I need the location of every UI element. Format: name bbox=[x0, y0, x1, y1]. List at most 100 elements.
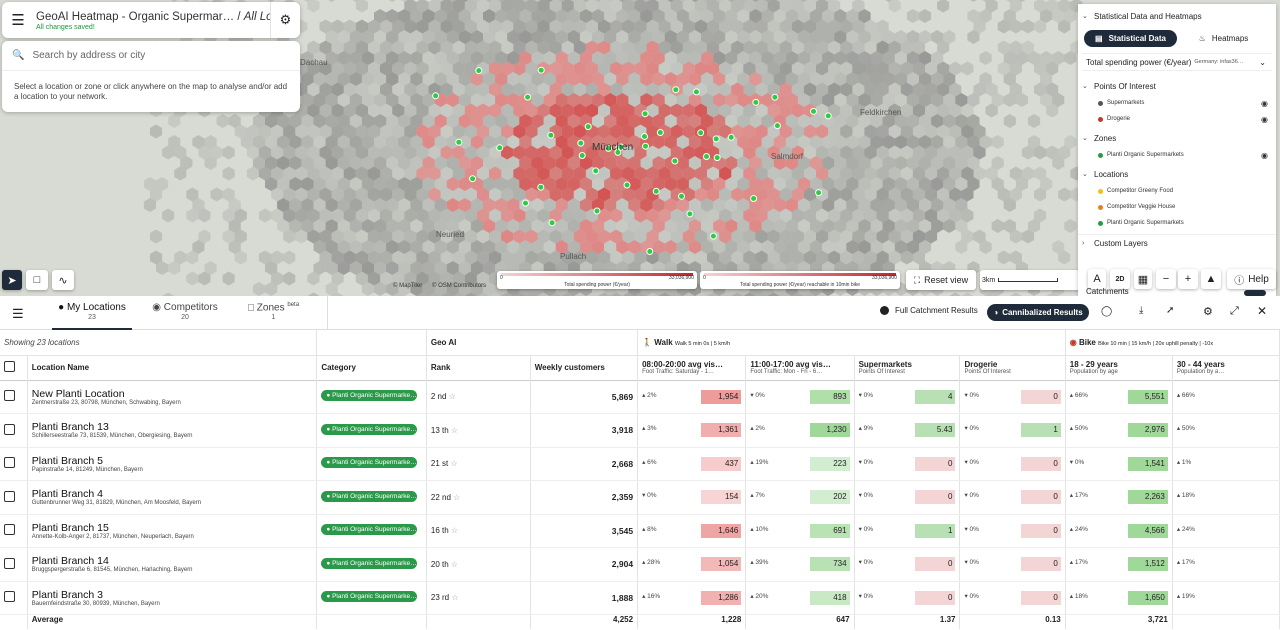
arrow-up-icon: ▴ bbox=[750, 492, 754, 500]
col-location-name[interactable]: Location Name bbox=[27, 355, 318, 380]
group-bike[interactable]: ◉ Bike Bike 10 min | 15 km/h | 20x uphil… bbox=[1065, 330, 1280, 355]
tab-zones[interactable]: □ Zones beta 1 bbox=[236, 296, 311, 330]
section-custom-layers[interactable]: › Custom Layers bbox=[1078, 234, 1276, 252]
layer-supermarkets[interactable]: Supermarkets ◉ bbox=[1078, 95, 1276, 111]
row-checkbox[interactable] bbox=[4, 390, 15, 402]
row-checkbox[interactable] bbox=[4, 490, 15, 502]
menu-icon[interactable]: ☰ bbox=[4, 6, 32, 34]
col-category[interactable]: Category bbox=[316, 355, 427, 380]
location-pin-icon: ● bbox=[326, 526, 331, 534]
search-input[interactable]: Search by address or city bbox=[32, 50, 145, 61]
tab-heatmaps[interactable]: ♨ Heatmaps bbox=[1177, 30, 1270, 47]
gear-icon[interactable]: ⚙ bbox=[1203, 305, 1213, 318]
star-icon[interactable]: ☆ bbox=[451, 560, 458, 569]
location-marker bbox=[641, 133, 648, 140]
table-row[interactable]: Planti Branch 14 Bruggspergerstraße 6, 81… bbox=[0, 547, 1280, 582]
star-icon[interactable]: ☆ bbox=[450, 459, 457, 468]
tab-my-locations[interactable]: ● My Locations 23 bbox=[52, 296, 132, 330]
col-weekly[interactable]: Weekly customers bbox=[530, 355, 639, 380]
rectangle-tool-icon[interactable]: □ bbox=[26, 270, 48, 290]
close-icon[interactable]: ✕ bbox=[1257, 304, 1267, 318]
layer-drogerie[interactable]: Drogerie ◉ bbox=[1078, 111, 1276, 127]
half-circle-icon: ◑ bbox=[993, 308, 999, 317]
line-tool-icon[interactable]: ∿ bbox=[52, 270, 74, 290]
route-icon[interactable]: ➚ bbox=[1166, 305, 1174, 316]
pointer-tool-icon[interactable]: ➤ bbox=[2, 270, 22, 290]
star-icon[interactable]: ☆ bbox=[449, 392, 456, 401]
view-name[interactable]: All Loca… bbox=[244, 11, 270, 23]
table-row[interactable]: Planti Branch 5 Papinstraße 14, 81249, Mü… bbox=[0, 447, 1280, 481]
layer-planti-locations[interactable]: Planti Organic Supermarkets bbox=[1078, 215, 1276, 231]
expand-icon[interactable]: ⤢ bbox=[1230, 305, 1239, 318]
section-statistical[interactable]: ⌄ Statistical Data and Heatmaps bbox=[1078, 7, 1276, 25]
spending-select[interactable]: Total spending power (€/year) Germany: in… bbox=[1082, 53, 1272, 71]
arrow-up-icon: ▴ bbox=[1176, 592, 1181, 600]
gear-icon[interactable]: ⚙ bbox=[270, 2, 300, 38]
location-name[interactable]: New Planti Location bbox=[32, 388, 313, 400]
metric-value: 691 bbox=[809, 523, 850, 538]
star-icon[interactable]: ☆ bbox=[451, 526, 458, 535]
text-color-icon[interactable]: A bbox=[1088, 269, 1106, 289]
location-name[interactable]: Planti Branch 15 bbox=[32, 522, 313, 534]
metric-value: 5.43 bbox=[915, 423, 956, 438]
section-poi[interactable]: ⌄ Points Of Interest bbox=[1078, 77, 1276, 95]
row-checkbox[interactable] bbox=[4, 423, 15, 435]
section-zones[interactable]: ⌄ Zones bbox=[1078, 129, 1276, 147]
row-checkbox[interactable] bbox=[4, 557, 15, 569]
filter-icon[interactable]: ☰ bbox=[12, 306, 24, 322]
full-results-radio[interactable]: Full Catchment Results bbox=[880, 306, 978, 315]
compass-icon[interactable]: ▲ bbox=[1201, 269, 1221, 289]
arrow-up-icon: ▴ bbox=[750, 559, 754, 567]
category-badge: ● Planti Organic Supermarke… bbox=[321, 557, 418, 569]
map-style-icon[interactable]: ▦ bbox=[1134, 269, 1152, 289]
cannibalized-results-toggle[interactable]: ◑ Cannibalized Results bbox=[987, 304, 1089, 321]
hex-cell bbox=[1003, 114, 1016, 128]
location-name[interactable]: Planti Branch 3 bbox=[32, 589, 313, 601]
group-walk[interactable]: 🚶 Walk Walk 5 min 0s | 5 km/h bbox=[637, 330, 1066, 355]
layer-greeny-food[interactable]: Competitor Greeny Food bbox=[1078, 183, 1276, 199]
zoom-in-icon[interactable]: + bbox=[1178, 269, 1198, 289]
location-name[interactable]: Planti Branch 5 bbox=[32, 455, 313, 467]
tab-competitors[interactable]: ◉ Competitors 20 bbox=[145, 296, 225, 330]
col-metric-3[interactable]: Supermarkets Points Of Interest bbox=[854, 355, 961, 380]
table-row[interactable]: New Planti Location Zentnerstraße 23, 807… bbox=[0, 380, 1280, 414]
lightbulb-icon[interactable]: ◯ bbox=[1101, 306, 1112, 317]
table-row[interactable]: Planti Branch 15 Annette-Kolb-Anger 2, 81… bbox=[0, 514, 1280, 548]
layer-veggie-house[interactable]: Competitor Veggie House bbox=[1078, 199, 1276, 215]
location-name[interactable]: Planti Branch 4 bbox=[32, 488, 313, 500]
project-title[interactable]: GeoAI Heatmap - Organic Supermar… bbox=[36, 11, 234, 23]
table-row[interactable]: Planti Branch 13 Schillerseestraße 73, 81… bbox=[0, 413, 1280, 448]
mapbox-attribution[interactable]: © MapTiler bbox=[393, 283, 422, 289]
location-marker bbox=[709, 232, 717, 240]
reset-view-button[interactable]: ⛶ Reset view bbox=[906, 270, 976, 290]
category-badge: ● Planti Organic Supermarke… bbox=[321, 524, 418, 536]
layer-zone-planti[interactable]: Planti Organic Supermarkets ◉ bbox=[1078, 147, 1276, 163]
location-name[interactable]: Planti Branch 13 bbox=[32, 421, 313, 433]
row-checkbox[interactable] bbox=[4, 591, 15, 603]
search-icon: 🔍 bbox=[12, 50, 25, 61]
row-checkbox[interactable] bbox=[4, 457, 15, 469]
star-icon[interactable]: ☆ bbox=[451, 426, 458, 435]
col-metric-1[interactable]: 08:00-20:00 avg vis… Foot Traffic: Saturd… bbox=[637, 355, 747, 380]
col-metric-4[interactable]: Drogerie Points Of Interest bbox=[959, 355, 1066, 380]
download-icon[interactable]: ⤓ bbox=[1139, 305, 1143, 316]
star-icon[interactable]: ☆ bbox=[451, 593, 458, 602]
row-checkbox[interactable] bbox=[4, 524, 15, 536]
location-name[interactable]: Planti Branch 14 bbox=[32, 555, 313, 567]
col-rank[interactable]: Rank bbox=[426, 355, 531, 380]
zoom-out-icon[interactable]: − bbox=[1156, 269, 1176, 289]
section-locations[interactable]: ⌄ Locations bbox=[1078, 165, 1276, 183]
table-row[interactable]: Planti Branch 4 Guttenbrunner Weg 31, 818… bbox=[0, 480, 1280, 515]
select-all-checkbox[interactable] bbox=[4, 361, 15, 372]
location-marker bbox=[652, 187, 660, 195]
star-icon[interactable]: ☆ bbox=[453, 493, 460, 502]
col-metric-6[interactable]: 30 - 44 years Population by a… bbox=[1172, 355, 1280, 380]
col-metric-5[interactable]: 18 - 29 years Population by age bbox=[1065, 355, 1173, 380]
hex-cell bbox=[970, 0, 977, 2]
mode-2d-button[interactable]: 2D bbox=[1110, 269, 1130, 289]
col-metric-2[interactable]: 11:00-17:00 avg vis… Foot Traffic: Mon - … bbox=[745, 355, 855, 380]
table-row[interactable]: Planti Branch 3 Bauernfeindstraße 30, 809… bbox=[0, 581, 1280, 615]
tab-statistical-data[interactable]: ▤ Statistical Data bbox=[1084, 29, 1177, 47]
osm-attribution[interactable]: © OSM Contributors bbox=[432, 283, 486, 289]
help-button[interactable]: ⓘ Help bbox=[1227, 269, 1276, 289]
